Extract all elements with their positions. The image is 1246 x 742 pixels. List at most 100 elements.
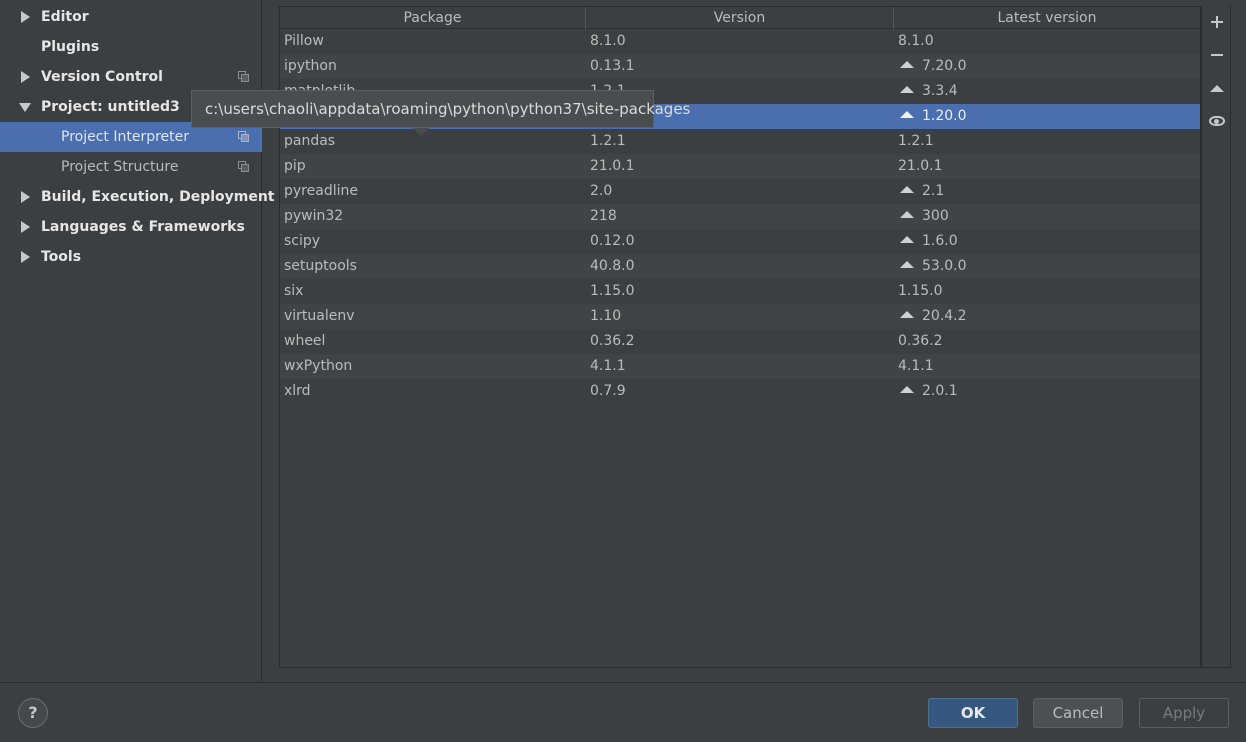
sidebar-item-build-execution-deployment[interactable]: Build, Execution, Deployment: [0, 182, 275, 212]
upgrade-package-button[interactable]: [1202, 73, 1232, 103]
latest-version-cell: 1.20.0: [898, 104, 967, 129]
package-name-cell: ipython: [284, 58, 337, 74]
latest-version-cell: 1.6.0: [898, 229, 958, 254]
package-name-cell: pandas: [284, 133, 336, 149]
table-header: Package Version Latest version: [280, 7, 1200, 29]
package-name-cell: setuptools: [284, 258, 357, 274]
table-row[interactable]: pyreadline 2.0 2.1: [280, 179, 1200, 204]
sidebar-item-label: Editor: [41, 9, 89, 25]
ok-button[interactable]: OK: [928, 698, 1018, 728]
table-row[interactable]: pywin32 218 300: [280, 204, 1200, 229]
version-cell: 4.1.1: [590, 358, 626, 374]
table-row[interactable]: scipy 0.12.0 1.6.0: [280, 229, 1200, 254]
table-row[interactable]: ipython 0.13.1 7.20.0: [280, 54, 1200, 79]
dialog-footer: ? OK Cancel Apply: [0, 682, 1246, 742]
version-cell: 40.8.0: [590, 258, 635, 274]
path-tooltip: c:\users\chaoli\appdata\roaming\python\p…: [191, 90, 690, 128]
chevron-right-icon[interactable]: [19, 71, 31, 83]
latest-version-text: 53.0.0: [922, 258, 967, 274]
sidebar-item-languages-frameworks[interactable]: Languages & Frameworks: [0, 212, 262, 242]
latest-version-cell: 7.20.0: [898, 54, 967, 79]
sidebar-item-label: Tools: [41, 249, 82, 265]
latest-version-cell: 8.1.0: [898, 29, 934, 54]
sidebar-item-label: Project Structure: [61, 159, 179, 175]
table-row[interactable]: setuptools 40.8.0 53.0.0: [280, 254, 1200, 279]
minus-icon: [1211, 54, 1223, 56]
latest-version-cell: 1.15.0: [898, 279, 943, 304]
latest-version-text: 0.36.2: [898, 333, 943, 349]
sidebar-item-editor[interactable]: Editor: [0, 2, 262, 32]
show-early-releases-button[interactable]: [1202, 106, 1232, 136]
sidebar-item-label: Plugins: [41, 39, 100, 55]
latest-version-cell: 3.3.4: [898, 79, 958, 104]
apply-button[interactable]: Apply: [1139, 698, 1229, 728]
help-button[interactable]: ?: [18, 698, 48, 728]
chevron-right-icon[interactable]: [19, 251, 31, 263]
column-header-latest-version[interactable]: Latest version: [894, 7, 1200, 29]
chevron-right-icon[interactable]: [19, 11, 31, 23]
latest-version-text: 1.20.0: [922, 108, 967, 124]
sidebar-item-label: Languages & Frameworks: [41, 219, 245, 235]
latest-version-text: 21.0.1: [898, 158, 943, 174]
version-cell: 21.0.1: [590, 158, 635, 174]
latest-version-text: 20.4.2: [922, 308, 967, 324]
latest-version-text: 1.6.0: [922, 233, 958, 249]
package-name-cell: pyreadline: [284, 183, 358, 199]
table-row[interactable]: six 1.15.0 1.15.0: [280, 279, 1200, 304]
version-cell: 218: [590, 208, 617, 224]
version-cell: 0.13.1: [590, 58, 635, 74]
latest-version-text: 300: [922, 208, 949, 224]
column-header-package[interactable]: Package: [280, 7, 586, 29]
latest-version-cell: 1.2.1: [898, 129, 934, 154]
latest-version-cell: 4.1.1: [898, 354, 934, 379]
version-cell: 0.7.9: [590, 383, 626, 399]
latest-version-cell: 0.36.2: [898, 329, 943, 354]
chevron-right-icon[interactable]: [19, 191, 31, 203]
project-level-settings-icon: [238, 161, 250, 173]
table-row[interactable]: wheel 0.36.2 0.36.2: [280, 329, 1200, 354]
latest-version-text: 1.15.0: [898, 283, 943, 299]
upgrade-available-icon: [900, 186, 914, 193]
sidebar-item-tools[interactable]: Tools: [0, 242, 262, 272]
cancel-button[interactable]: Cancel: [1033, 698, 1123, 728]
sidebar-item-project-structure[interactable]: Project Structure: [0, 152, 262, 182]
plus-icon: [1211, 16, 1223, 28]
version-cell: 0.12.0: [590, 233, 635, 249]
version-cell: 2.0: [590, 183, 613, 199]
upgrade-available-icon: [900, 61, 914, 68]
upgrade-available-icon: [900, 386, 914, 393]
package-name-cell: wxPython: [284, 358, 353, 374]
table-row[interactable]: wxPython 4.1.1 4.1.1: [280, 354, 1200, 379]
upgrade-available-icon: [900, 236, 914, 243]
table-row[interactable]: pip 21.0.1 21.0.1: [280, 154, 1200, 179]
column-header-version[interactable]: Version: [586, 7, 894, 29]
package-name-cell: scipy: [284, 233, 321, 249]
sidebar-item-version-control[interactable]: Version Control: [0, 62, 262, 92]
packages-toolbar: [1201, 6, 1231, 668]
eye-icon: [1209, 116, 1225, 126]
package-name-cell: Pillow: [284, 33, 324, 49]
package-name-cell: virtualenv: [284, 308, 355, 324]
sidebar-item-label: Project: untitled3: [41, 99, 180, 115]
tooltip-pointer: [413, 128, 429, 136]
sidebar-item-plugins[interactable]: Plugins: [0, 32, 262, 62]
upgrade-available-icon: [900, 261, 914, 268]
upgrade-available-icon: [900, 211, 914, 218]
latest-version-text: 2.0.1: [922, 383, 958, 399]
latest-version-cell: 53.0.0: [898, 254, 967, 279]
table-row[interactable]: Pillow 8.1.0 8.1.0: [280, 29, 1200, 54]
uninstall-package-button[interactable]: [1202, 40, 1232, 70]
chevron-right-icon[interactable]: [19, 221, 31, 233]
chevron-down-icon[interactable]: [19, 101, 31, 113]
table-row[interactable]: virtualenv 1.10 20.4.2: [280, 304, 1200, 329]
latest-version-text: 4.1.1: [898, 358, 934, 374]
sidebar-item-label: Version Control: [41, 69, 163, 85]
table-row[interactable]: xlrd 0.7.9 2.0.1: [280, 379, 1200, 404]
package-name-cell: pywin32: [284, 208, 344, 224]
install-package-button[interactable]: [1202, 7, 1232, 37]
latest-version-text: 8.1.0: [898, 33, 934, 49]
latest-version-text: 3.3.4: [922, 83, 958, 99]
latest-version-text: 2.1: [922, 183, 945, 199]
latest-version-text: 1.2.1: [898, 133, 934, 149]
upgrade-available-icon: [900, 86, 914, 93]
